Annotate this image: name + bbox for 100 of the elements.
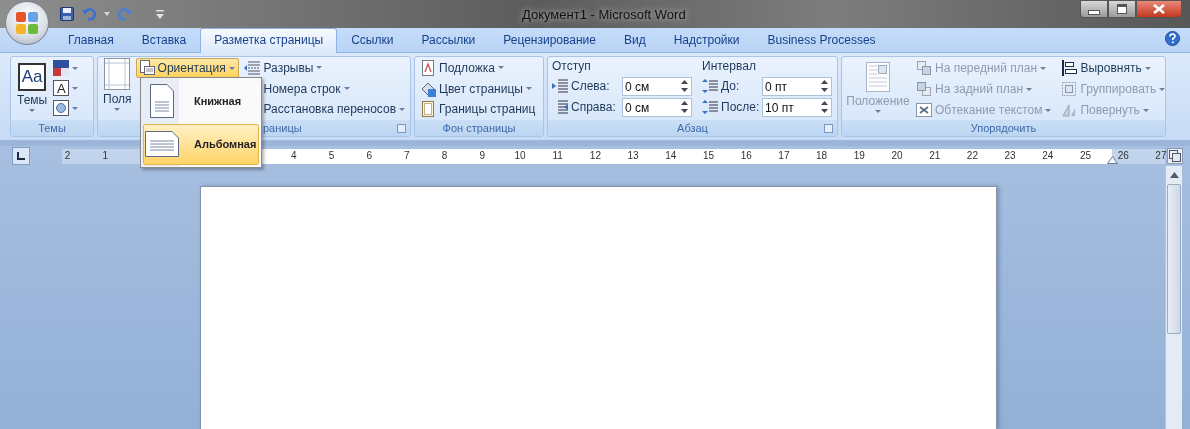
ribbon-tab[interactable]: Главная	[54, 28, 128, 52]
indent-icon	[552, 79, 568, 93]
ribbon-command[interactable]: Границы страниц	[418, 99, 538, 119]
spin-field[interactable]: 10 пт	[762, 98, 832, 117]
ruler-toggle-icon	[1169, 150, 1181, 162]
minimize-icon	[1088, 9, 1100, 15]
ruler-number: 23	[1003, 149, 1017, 161]
caret-icon	[72, 86, 79, 90]
group-label: раницы	[263, 121, 302, 135]
ruler-number: 12	[588, 149, 602, 161]
help-icon[interactable]	[1165, 30, 1180, 46]
scrollbar-thumb[interactable]	[1167, 184, 1181, 334]
ruler-number: 5	[327, 149, 336, 161]
ruler-number: 24	[1041, 149, 1055, 161]
ruler-number: 1	[101, 149, 110, 161]
field-label: После:	[721, 100, 759, 114]
send-backward-icon	[916, 81, 932, 97]
caret-icon	[114, 108, 121, 111]
ruler-number: 11	[551, 149, 564, 161]
save-icon[interactable]	[60, 7, 74, 21]
spin-arrows-icon[interactable]	[821, 78, 828, 93]
page-breaks-icon	[244, 59, 261, 76]
ruler-number: 4	[290, 149, 298, 161]
field-label: Слева:	[571, 79, 611, 93]
text-wrap-icon	[916, 102, 932, 118]
ribbon-command[interactable]: Выровнять	[1059, 58, 1168, 78]
minimize-button[interactable]	[1080, 0, 1108, 18]
view-ruler-button[interactable]	[1167, 148, 1183, 164]
watermark-icon	[420, 59, 436, 76]
paint-bucket-icon	[420, 80, 436, 97]
caret-icon	[72, 106, 79, 110]
ribbon-tab[interactable]: Вид	[609, 28, 660, 52]
office-logo-icon	[14, 10, 40, 36]
spin-arrows-icon[interactable]	[681, 78, 688, 93]
orientation-button[interactable]: Ориентация	[135, 58, 240, 78]
margins-button[interactable]: Поля	[101, 58, 134, 119]
ribbon-tab[interactable]: Надстройки	[659, 28, 754, 52]
themes-button[interactable]: Aa Темы	[14, 58, 51, 119]
ruler-number: 22	[965, 149, 979, 161]
section-heading: Интервал	[702, 58, 757, 75]
spacing-icon	[702, 100, 718, 114]
orientation-icon	[138, 60, 155, 76]
scrollbar[interactable]	[1165, 166, 1182, 429]
ribbon-tab[interactable]: Рецензирование	[489, 28, 610, 52]
ribbon-tab[interactable]: Рассылки	[407, 28, 490, 52]
tab-stop-button[interactable]	[12, 147, 30, 165]
ruler-number: 20	[890, 149, 904, 161]
close-icon	[1153, 4, 1165, 14]
caret-icon	[29, 109, 36, 112]
theme-colors-icon[interactable]	[53, 60, 70, 76]
ribbon-command[interactable]: Разрывы	[242, 58, 407, 78]
landscape-page-icon	[144, 131, 180, 158]
spacing-icon	[702, 79, 718, 93]
theme-fonts-icon[interactable]: A	[53, 80, 70, 96]
ribbon-tab[interactable]: Business Processes	[753, 28, 890, 52]
ruler-number: 17	[777, 149, 791, 161]
menu-item[interactable]: Альбомная	[143, 123, 259, 165]
ruler-number: 14	[664, 149, 678, 161]
section-heading: Отступ	[552, 58, 592, 75]
window-title: Документ1 - Microsoft Word	[521, 6, 687, 22]
ruler-number: 26	[1116, 149, 1130, 161]
customize-icon[interactable]	[156, 9, 164, 19]
maximize-button[interactable]	[1108, 0, 1136, 18]
page-borders-icon	[420, 101, 436, 118]
ruler-number: 9	[478, 149, 487, 161]
ribbon-command[interactable]: Цвет страницы	[418, 78, 538, 99]
ruler-number: 27	[1154, 149, 1168, 161]
ribbon-tab[interactable]: Разметка страницы	[200, 28, 338, 53]
ruler-number: 16	[739, 149, 753, 161]
ruler-number: 6	[365, 149, 373, 161]
ruler-number: 7	[403, 149, 411, 161]
position-icon	[866, 62, 890, 92]
ruler-number: 15	[701, 149, 716, 161]
ribbon-command[interactable]: Подложка	[418, 58, 538, 78]
ruler-number: 18	[815, 149, 829, 161]
bring-forward-icon	[916, 60, 932, 76]
spin-arrows-icon[interactable]	[821, 99, 828, 114]
tab-stop-icon	[17, 152, 25, 160]
theme-effects-icon[interactable]	[53, 100, 70, 116]
close-button[interactable]	[1136, 0, 1182, 18]
ruler-number: 10	[513, 149, 527, 161]
caret-icon[interactable]	[104, 12, 110, 16]
spin-field[interactable]: 0 пт	[762, 77, 832, 96]
indent-marker[interactable]	[1107, 155, 1118, 164]
ribbon-tab[interactable]: Вставка	[127, 28, 201, 52]
scroll-up-icon[interactable]	[1169, 172, 1179, 178]
ribbon-tab[interactable]: Ссылки	[337, 28, 408, 52]
ruler-number: 25	[1078, 149, 1093, 161]
ruler-number: 19	[852, 149, 866, 161]
maximize-icon	[1117, 4, 1127, 14]
group-label: Абзац	[677, 121, 708, 135]
field-label: Справа:	[571, 100, 617, 114]
ruler-number: 8	[440, 149, 449, 161]
spin-field[interactable]: 0 см	[622, 98, 692, 117]
align-icon	[1061, 60, 1078, 76]
caret-icon	[875, 110, 881, 113]
spin-field[interactable]: 0 см	[622, 77, 692, 96]
ruler-number: 2	[63, 149, 72, 161]
spin-arrows-icon[interactable]	[681, 99, 688, 114]
group-objects-icon	[1061, 81, 1078, 97]
